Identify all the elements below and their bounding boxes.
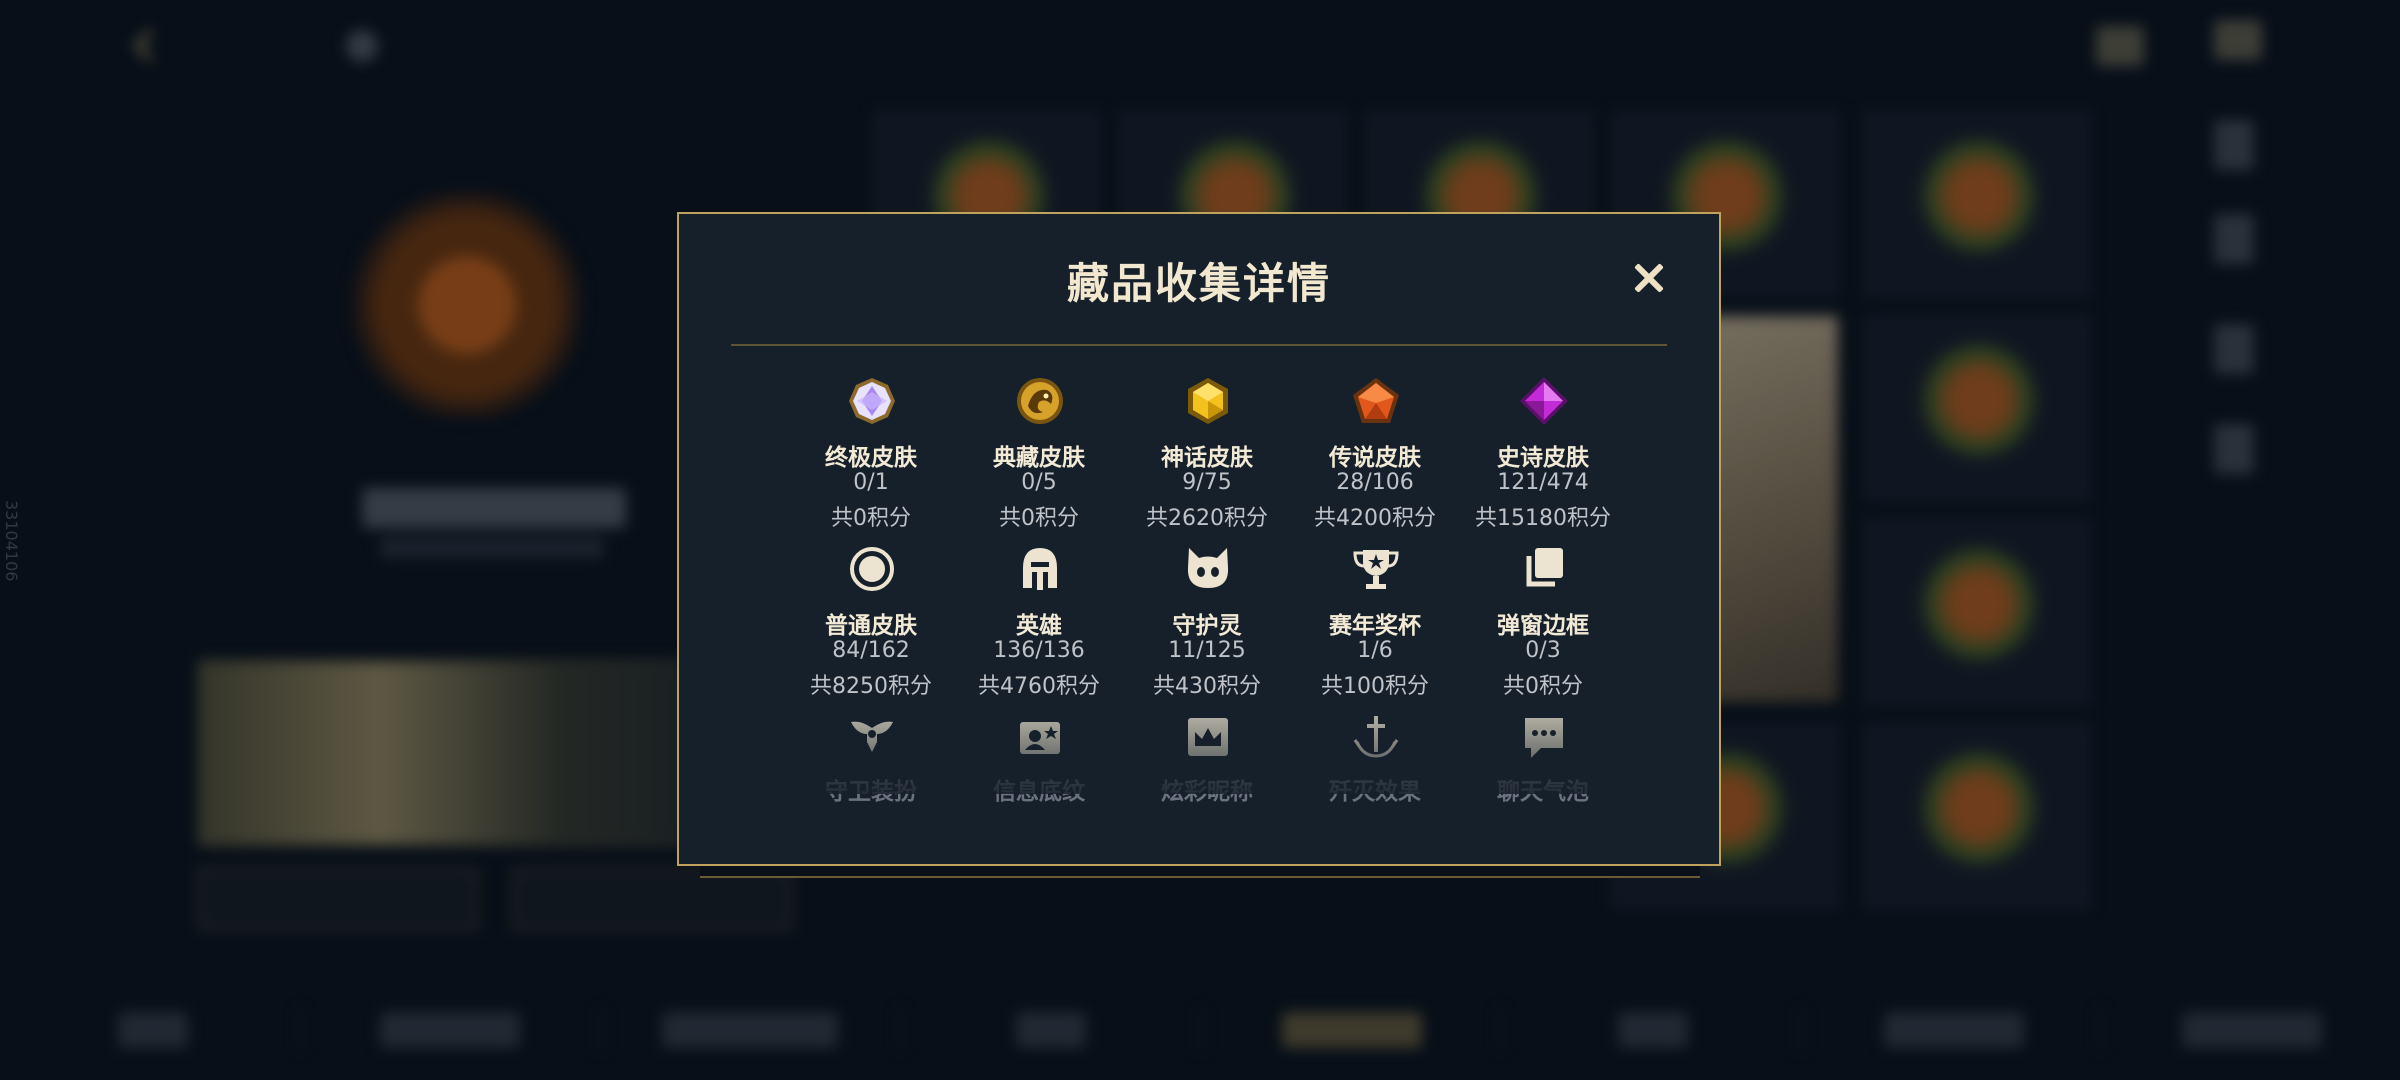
finisher-sword-icon [1353, 716, 1399, 758]
item-name: 英雄 [1016, 613, 1062, 639]
item-count: 0/3 [1525, 638, 1561, 663]
chat-bubble-icon [1525, 718, 1563, 758]
item-points: 共4200积分 [1314, 506, 1436, 531]
item-name: 终极皮肤 [825, 445, 917, 471]
mythic-skin-gem-icon [1188, 378, 1228, 424]
collection-item-finisher[interactable]: 歼灭效果 [1291, 708, 1459, 876]
nameplate-crown-icon [1188, 718, 1228, 756]
collection-item-nameplate[interactable]: 炫彩昵称 [1123, 708, 1291, 876]
close-icon[interactable] [1629, 258, 1669, 298]
collection-item-ward-skin[interactable]: 守卫装扮 [787, 708, 955, 876]
item-name: 守卫装扮 [825, 779, 917, 805]
collection-item-trophy[interactable]: 赛年奖杯 1/6 共100积分 [1291, 540, 1459, 708]
item-points: 共0积分 [831, 506, 911, 531]
item-name: 普通皮肤 [825, 613, 917, 639]
item-name: 信息底纹 [993, 779, 1085, 805]
title-divider [731, 344, 1667, 346]
epic-skin-gem-icon [1520, 377, 1568, 425]
border-frames-icon [1526, 548, 1563, 587]
item-points: 共2620积分 [1146, 506, 1268, 531]
item-name: 弹窗边框 [1497, 613, 1589, 639]
trophy-icon [1353, 550, 1399, 589]
item-points: 共0积分 [999, 506, 1079, 531]
item-name: 神话皮肤 [1161, 445, 1253, 471]
little-legend-icon [1187, 548, 1229, 588]
banner-pattern-icon [1020, 722, 1060, 754]
item-name: 歼灭效果 [1329, 779, 1421, 805]
ultimate-skin-gem-icon [849, 378, 895, 424]
item-name: 传说皮肤 [1329, 445, 1421, 471]
collection-item-mythic-skin[interactable]: 神话皮肤 9/75 共2620积分 [1123, 372, 1291, 540]
standard-skin-circle-icon [850, 547, 894, 591]
collection-item-little-legend[interactable]: 守护灵 11/125 共430积分 [1123, 540, 1291, 708]
item-count: 9/75 [1182, 470, 1232, 495]
collection-item-chat-bubble[interactable]: 聊天气泡 [1459, 708, 1627, 876]
champion-helmet-icon [1023, 548, 1057, 590]
collection-item-epic-skin[interactable]: 史诗皮肤 121/474 共15180积分 [1459, 372, 1627, 540]
item-points: 共0积分 [1503, 674, 1583, 699]
collection-item-standard-skin[interactable]: 普通皮肤 84/162 共8250积分 [787, 540, 955, 708]
item-count: 84/162 [832, 638, 910, 663]
item-points: 共4760积分 [978, 674, 1100, 699]
item-count: 11/125 [1168, 638, 1246, 663]
item-name: 聊天气泡 [1497, 779, 1589, 805]
collection-item-border-frames[interactable]: 弹窗边框 0/3 共0积分 [1459, 540, 1627, 708]
item-name: 史诗皮肤 [1497, 445, 1589, 471]
item-count: 0/5 [1021, 470, 1057, 495]
item-name: 典藏皮肤 [993, 445, 1085, 471]
item-count: 0/1 [853, 470, 889, 495]
item-name: 炫彩昵称 [1161, 779, 1253, 805]
item-count: 121/474 [1497, 470, 1589, 495]
item-points: 共100积分 [1321, 674, 1429, 699]
item-count: 28/106 [1336, 470, 1414, 495]
item-count: 136/136 [993, 638, 1085, 663]
collection-details-dialog: 藏品收集详情 终极皮肤 0/1 共0积分 典藏皮肤 0/5 共0积分 神话皮肤 … [677, 212, 1721, 866]
collection-item-ultimate-skin[interactable]: 终极皮肤 0/1 共0积分 [787, 372, 955, 540]
ward-skin-icon [851, 721, 893, 752]
item-points: 共15180积分 [1475, 506, 1611, 531]
item-count: 1/6 [1357, 638, 1393, 663]
prestige-skin-emblem-icon [1017, 378, 1063, 424]
collection-item-champion[interactable]: 英雄 136/136 共4760积分 [955, 540, 1123, 708]
legendary-skin-gem-icon [1353, 378, 1399, 423]
dialog-title: 藏品收集详情 [1066, 259, 1331, 308]
collection-item-legendary-skin[interactable]: 传说皮肤 28/106 共4200积分 [1291, 372, 1459, 540]
item-points: 共8250积分 [810, 674, 932, 699]
collection-item-banner-pattern[interactable]: 信息底纹 [955, 708, 1123, 876]
item-name: 守护灵 [1172, 613, 1242, 639]
collection-grid: 终极皮肤 0/1 共0积分 典藏皮肤 0/5 共0积分 神话皮肤 9/75 共2… [787, 372, 1627, 876]
collection-item-prestige-skin[interactable]: 典藏皮肤 0/5 共0积分 [955, 372, 1123, 540]
item-name: 赛年奖杯 [1329, 613, 1421, 639]
item-points: 共430积分 [1153, 674, 1261, 699]
